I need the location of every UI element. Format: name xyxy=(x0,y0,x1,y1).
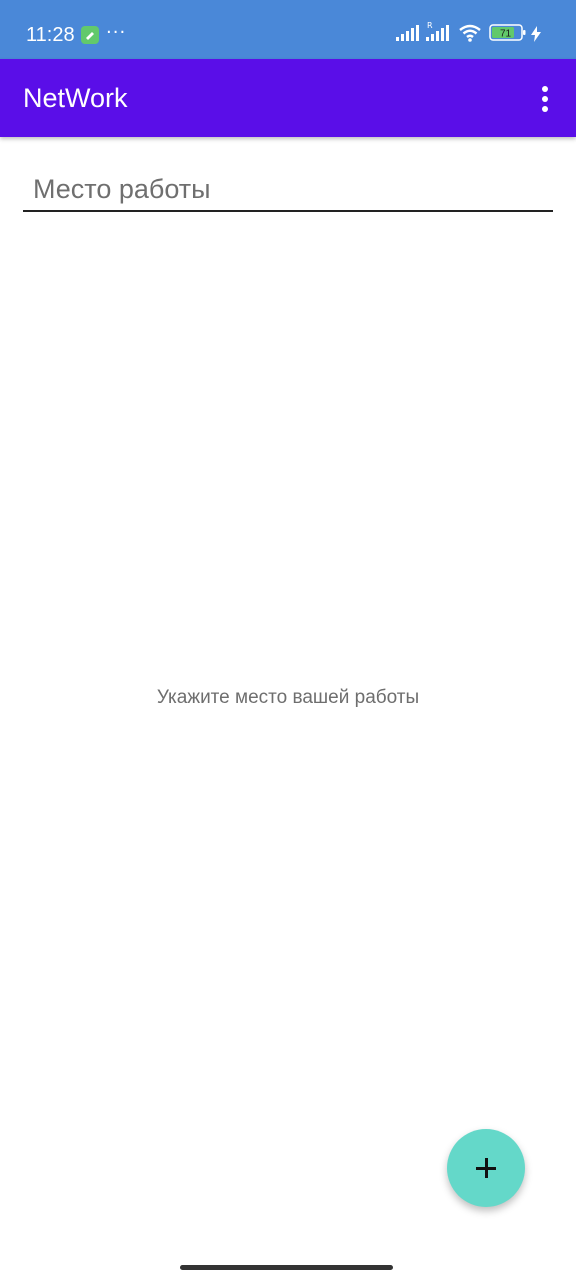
menu-dot xyxy=(542,86,548,92)
empty-state-message: Укажите место вашей работы xyxy=(156,687,420,708)
status-icons: R 71 xyxy=(396,21,546,48)
notification-app-icon xyxy=(81,26,99,44)
gesture-nav-handle[interactable] xyxy=(180,1265,393,1270)
charging-icon xyxy=(531,26,541,42)
app-bar: NetWork xyxy=(0,59,576,137)
signal-icon xyxy=(396,25,419,41)
overflow-menu-icon[interactable] xyxy=(534,84,556,114)
workplace-field xyxy=(23,162,553,212)
more-notifications-icon: ··· xyxy=(106,22,127,43)
add-button[interactable] xyxy=(447,1129,525,1207)
wifi-icon xyxy=(459,24,481,42)
signal-roaming-icon: R xyxy=(426,21,449,41)
status-time: 11:28 xyxy=(26,24,75,46)
svg-text:R: R xyxy=(427,21,433,30)
menu-dot xyxy=(542,96,548,102)
status-bar: 11:28 ··· R 71 xyxy=(0,0,576,59)
battery-level: 71 xyxy=(500,29,512,40)
battery-icon: 71 xyxy=(489,24,526,41)
add-icon-stroke xyxy=(484,1158,488,1178)
app-title: NetWork xyxy=(23,83,128,113)
menu-dot xyxy=(542,106,548,112)
workplace-input[interactable] xyxy=(33,170,543,208)
